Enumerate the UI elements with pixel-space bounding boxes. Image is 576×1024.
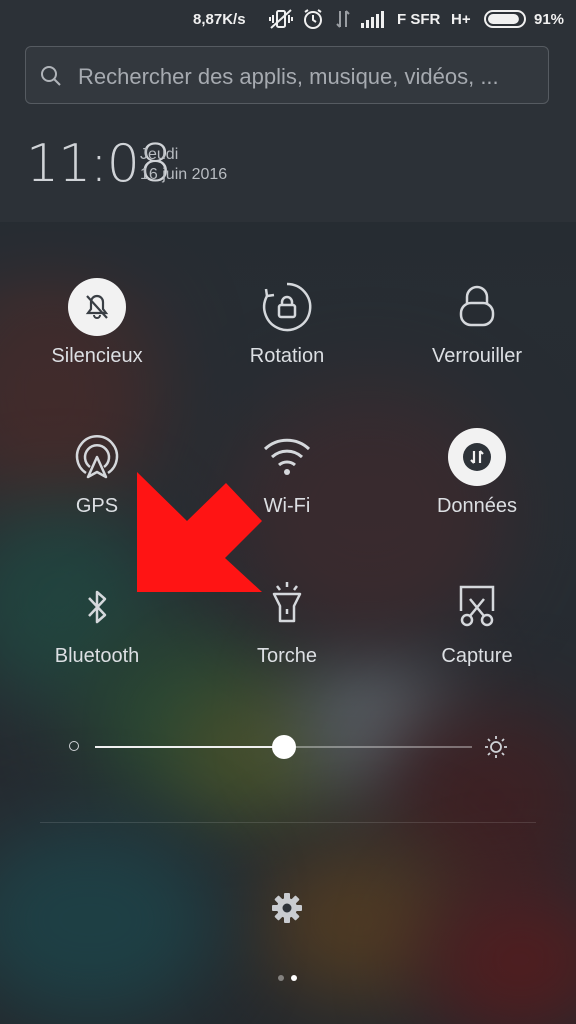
- annotation-arrow: [137, 472, 262, 592]
